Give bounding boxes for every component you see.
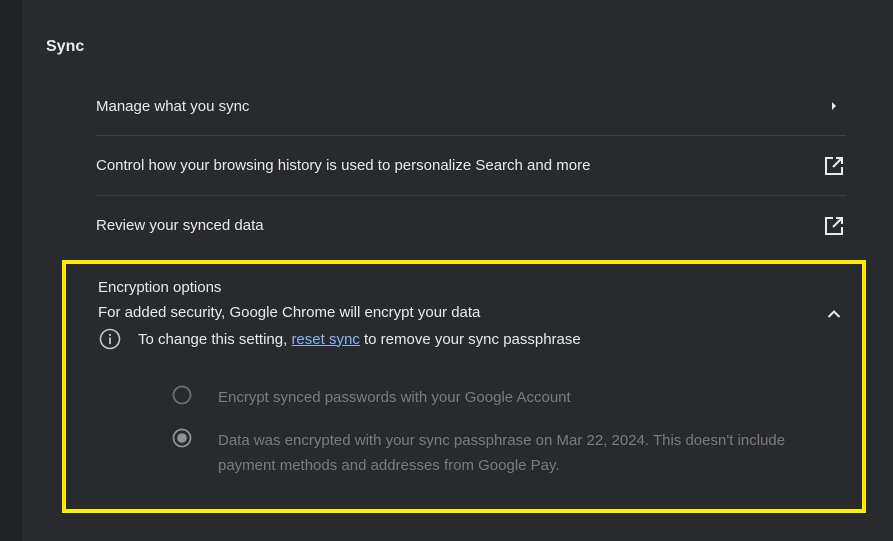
radio-unselected[interactable] [172,385,192,405]
encrypt-with-google-option: Encrypt synced passwords with your Googl… [172,385,838,410]
encryption-options-subtitle: For added security, Google Chrome will e… [98,304,481,321]
passphrase-option: Data was encrypted with your sync passph… [172,428,838,478]
sync-card: Sync Manage what you sync Control how yo… [22,0,893,541]
section-title-sync: Sync [46,38,85,55]
open-in-new-icon [822,214,846,238]
manage-sync-row[interactable]: Manage what you sync [96,76,846,136]
encrypt-with-google-label: Encrypt synced passwords with your Googl… [218,389,571,406]
encryption-info-text: To change this setting, reset sync to re… [138,331,581,348]
review-synced-data-row[interactable]: Review your synced data [96,195,846,255]
reset-sync-link[interactable]: reset sync [291,331,359,348]
open-in-new-icon [822,154,846,178]
settings-page: Sync Manage what you sync Control how yo… [0,0,893,541]
encryption-info: To change this setting, reset sync to re… [98,327,581,351]
chevron-up-icon[interactable] [822,302,846,326]
browsing-history-label: Control how your browsing history is use… [96,157,591,174]
review-synced-data-label: Review your synced data [96,217,264,234]
encryption-options-title: Encryption options [98,279,222,296]
info-prefix: To change this setting, [138,330,288,348]
radio-selected[interactable] [172,428,192,448]
passphrase-label: Data was encrypted with your sync passph… [218,432,786,474]
browsing-history-row[interactable]: Control how your browsing history is use… [96,135,846,195]
info-icon [98,327,122,351]
chevron-right-icon [822,94,846,118]
manage-sync-label: Manage what you sync [96,97,250,115]
encryption-options-section: Encryption options For added security, G… [62,260,866,513]
info-suffix: to remove your sync passphrase [363,330,581,348]
